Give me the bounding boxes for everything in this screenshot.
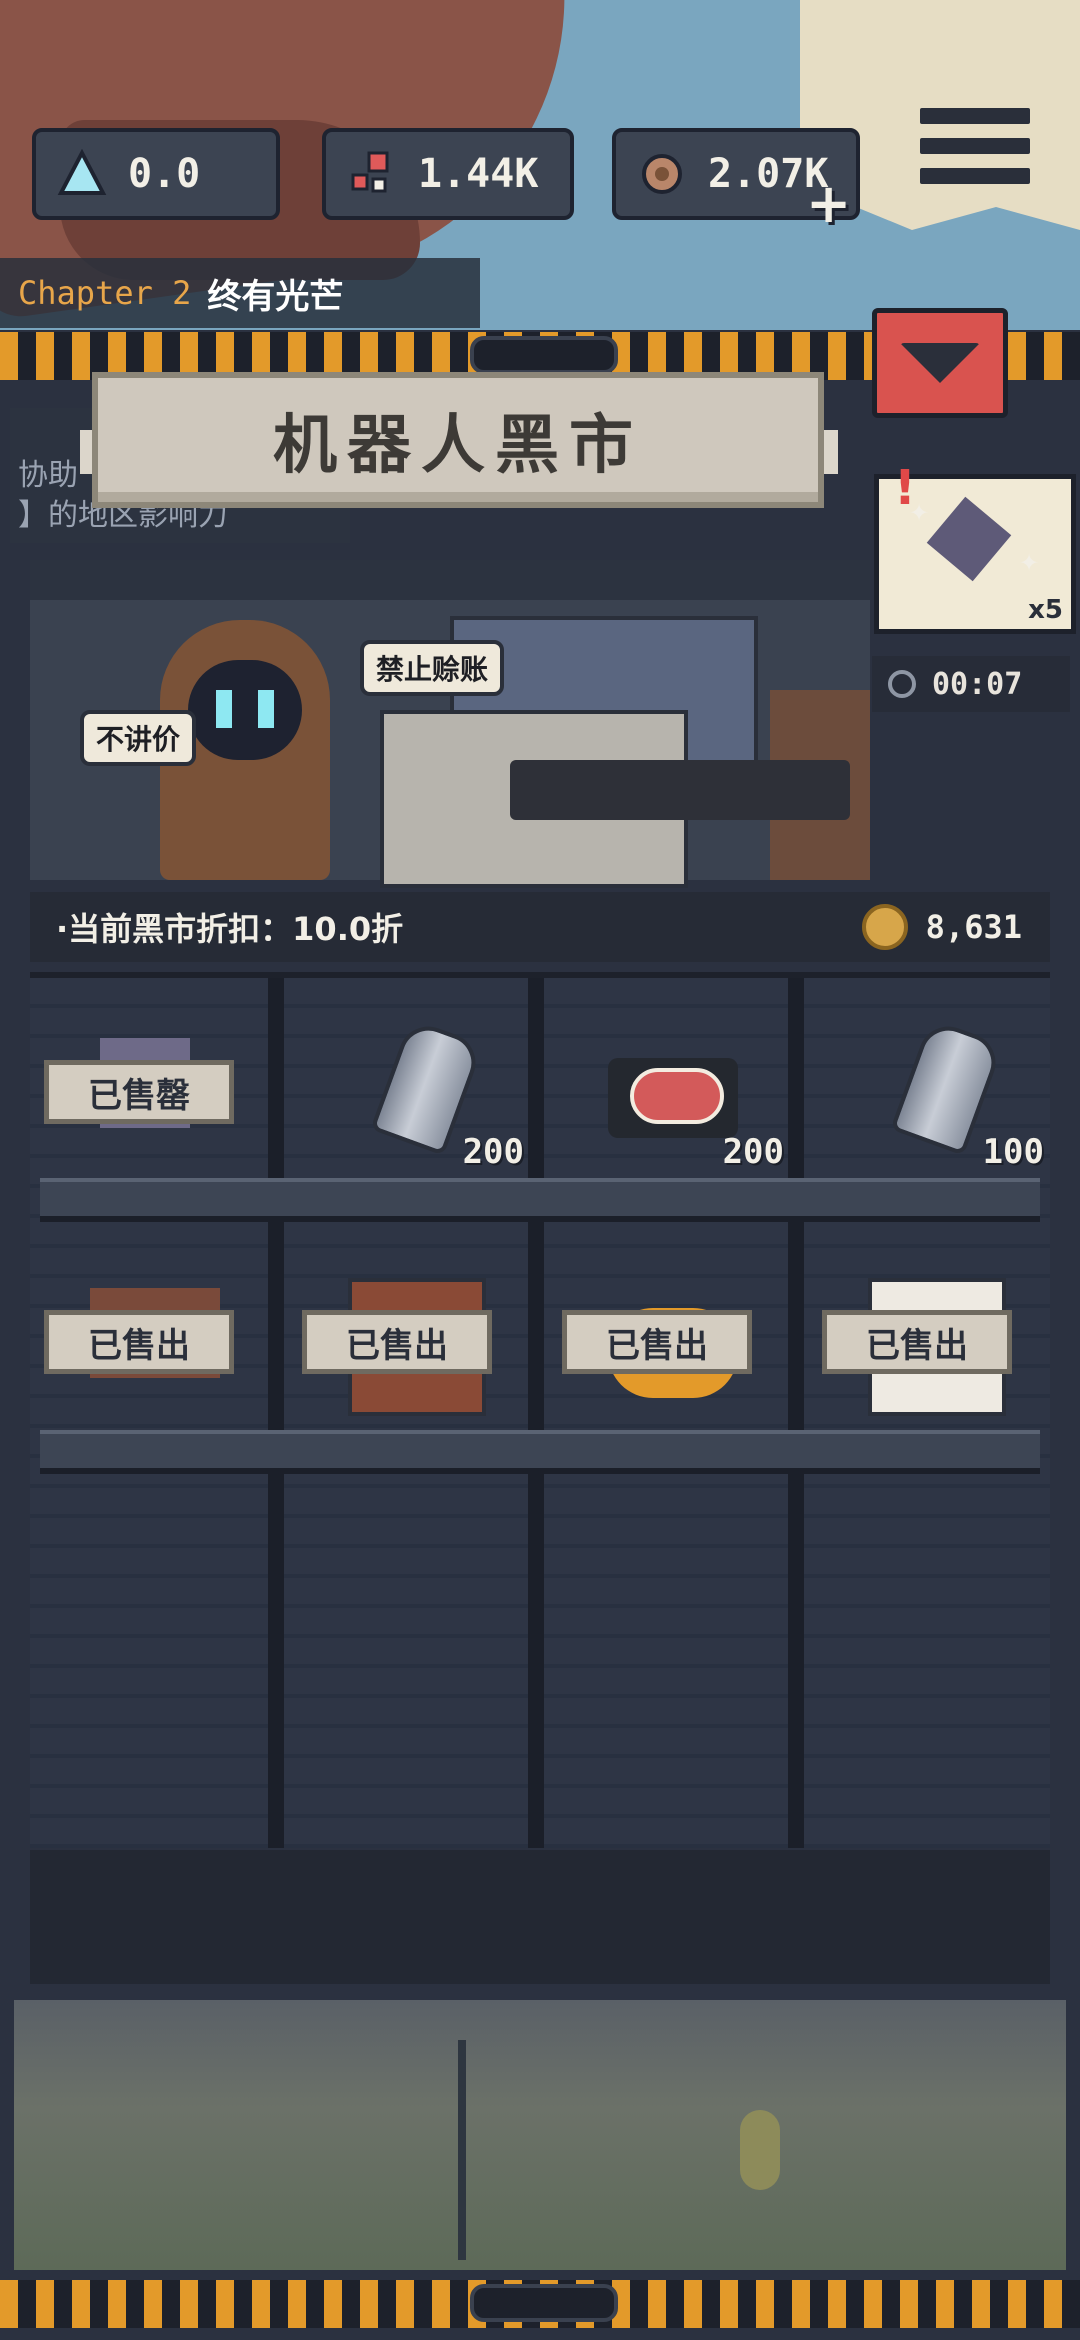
discount-label: ·当前黑市折扣：10.0折: [56, 910, 404, 948]
menu-line-icon: [920, 138, 1030, 154]
chapter-title: 终有光芒: [207, 276, 344, 317]
parts-icon: [344, 146, 400, 202]
menu-line-icon: [920, 108, 1030, 124]
sold-out-tag: 已售出: [302, 1310, 492, 1374]
tree-decor: [740, 2110, 780, 2190]
menu-button[interactable]: [920, 108, 1030, 198]
shelf-item-steak[interactable]: 200: [548, 1008, 798, 1178]
crystal-icon: [54, 146, 110, 202]
shelf-item-metal-can[interactable]: 100: [808, 1008, 1058, 1178]
resource-parts[interactable]: 1.44K: [322, 128, 574, 220]
sold-out-tag: 已售罄: [44, 1060, 234, 1124]
chapter-label: Chapter 2: [18, 274, 192, 312]
gem-icon: [926, 496, 1012, 582]
clock-icon: [888, 670, 916, 698]
wall-strip: [30, 560, 870, 600]
speech-bubble-no-bargain: 不讲价: [80, 710, 197, 766]
parts-count: 1.44K: [418, 151, 539, 197]
wasteland-scene: [14, 2000, 1066, 2270]
pole-decor: [458, 2040, 466, 2260]
handle-icon: [470, 336, 618, 374]
eye-icon: [258, 690, 274, 728]
timer-text: 00:07: [932, 666, 1023, 702]
sold-out-tag: 已售出: [44, 1310, 234, 1374]
reward-count: x5: [1028, 595, 1063, 625]
eye-icon: [216, 690, 232, 728]
shelf-item-book[interactable]: 已售出: [288, 1258, 538, 1428]
bottom-panel: [30, 1850, 1050, 1984]
shelf-item-sign-board[interactable]: 已售出: [30, 1258, 280, 1428]
handle-icon: [470, 2284, 618, 2322]
steak-icon: [608, 1058, 738, 1138]
item-price: 200: [722, 1132, 784, 1172]
shelf-item-roast-meat[interactable]: 已售出: [548, 1258, 798, 1428]
shelf-ledge: [40, 1430, 1040, 1474]
alert-icon: !: [894, 460, 916, 516]
item-price: 100: [982, 1132, 1044, 1172]
page-title: 机器人黑市: [273, 409, 643, 483]
menu-line-icon: [920, 168, 1030, 184]
crystal-count: 0.0: [128, 151, 201, 197]
page-title-plate: 机器人黑市: [92, 372, 824, 508]
speech-bubble-no-credit: 禁止赊账: [360, 640, 505, 696]
collapse-button[interactable]: [872, 308, 1008, 418]
refresh-timer: 00:07: [872, 656, 1070, 712]
coin-count: 8,631: [925, 908, 1022, 946]
hazard-stripe-bottom: [0, 2280, 1080, 2328]
rifle-decor: [510, 760, 850, 820]
shelf-ledge: [40, 1178, 1040, 1222]
shelf-item-gem-card[interactable]: 已售罄: [30, 1008, 280, 1178]
sold-out-tag: 已售出: [822, 1310, 1012, 1374]
coin-icon: [861, 904, 908, 950]
shelf-item-shirt[interactable]: 已售出: [808, 1258, 1058, 1428]
discount-bar: ·当前黑市折扣：10.0折 8,631: [30, 892, 1050, 962]
market-shelf: 已售罄 200 200 100 已售出 已售出 已售出 已售出: [30, 972, 1050, 1848]
add-meat-button[interactable]: +: [806, 172, 851, 235]
sold-out-tag: 已售出: [562, 1310, 752, 1374]
item-price: 200: [462, 1132, 524, 1172]
chapter-banner: Chapter 2 终有光芒: [0, 258, 480, 328]
resource-crystal[interactable]: 0.0: [32, 128, 280, 220]
triangle-down-icon: [900, 343, 980, 383]
shelf-item-metal-can[interactable]: 200: [288, 1008, 538, 1178]
meat-icon: [634, 146, 690, 202]
sparkle-icon: ✦: [1019, 549, 1040, 577]
merchant-scene: 不讲价 禁止赊账: [30, 560, 870, 888]
robot-face: [188, 660, 302, 760]
